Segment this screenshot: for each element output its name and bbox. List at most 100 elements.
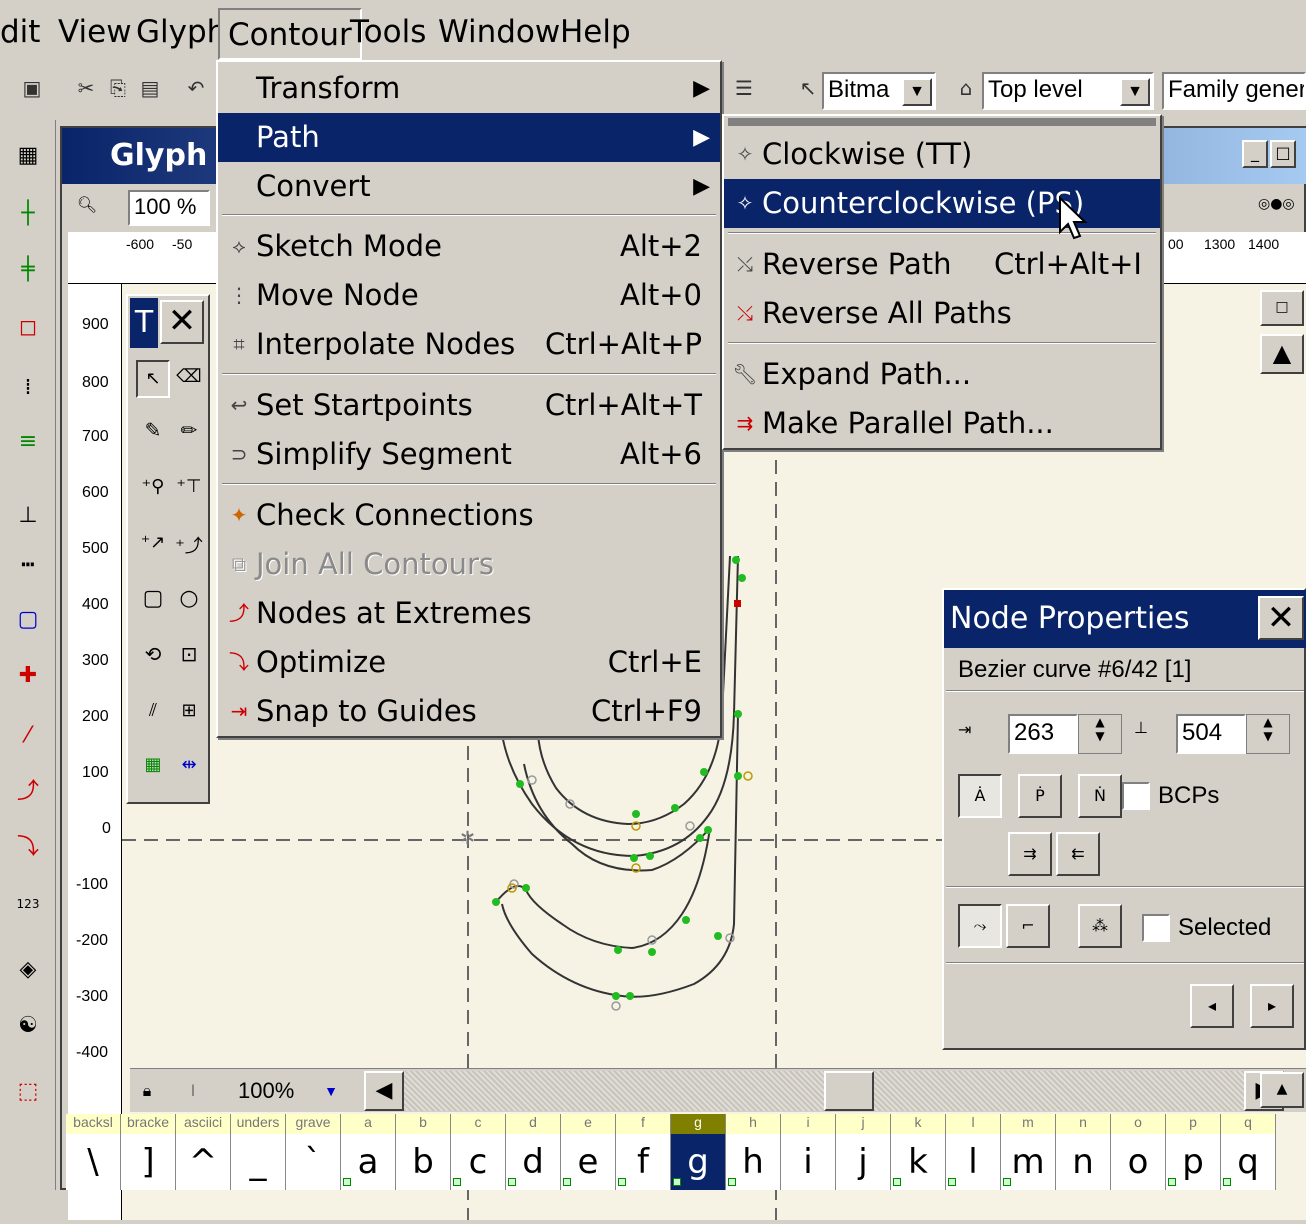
curve-type-button[interactable]: ⤳ bbox=[958, 904, 1002, 948]
minimize-button[interactable]: _ bbox=[1242, 140, 1268, 168]
lock-icon[interactable]: 🔒︎ bbox=[130, 1075, 164, 1107]
horizontal-scrollbar[interactable]: 🔒︎ I 100% ▼ ◀ ▶ bbox=[130, 1068, 1306, 1112]
cut-icon[interactable]: ✂ bbox=[72, 74, 100, 102]
distribute-right-button[interactable]: ⇉ bbox=[1008, 832, 1052, 876]
glyph-cell[interactable]: j bbox=[836, 1134, 891, 1190]
scale-icon[interactable]: ⊡ bbox=[174, 642, 204, 666]
menu-window[interactable]: Window bbox=[438, 14, 560, 50]
glyph-name[interactable]: i bbox=[781, 1114, 836, 1134]
menu-item-reverse-path[interactable]: ⤯ Reverse Path Ctrl+Alt+I bbox=[724, 240, 1160, 289]
panel-toggle-button[interactable]: □ bbox=[1260, 290, 1304, 326]
frame-icon[interactable]: ▢ bbox=[12, 604, 44, 636]
add-node-icon[interactable]: ⁺⚲ bbox=[136, 476, 170, 497]
menu-contour[interactable]: Contour bbox=[218, 8, 362, 60]
glyph-name[interactable]: grave bbox=[286, 1114, 341, 1134]
folder-icon[interactable]: ⌂ bbox=[952, 74, 980, 102]
eraser-icon[interactable]: ⌫ bbox=[174, 360, 204, 398]
node-type-n-button[interactable]: Ṅ bbox=[1078, 774, 1122, 818]
corner-icon[interactable]: ⤵ bbox=[12, 832, 44, 864]
glyph-name[interactable]: k bbox=[891, 1114, 946, 1134]
menu-edit[interactable]: dit bbox=[0, 14, 40, 50]
glyph-name[interactable]: bracke bbox=[121, 1114, 176, 1134]
menu-tools[interactable]: Tools bbox=[350, 14, 426, 50]
glyph-cell[interactable]: n bbox=[1056, 1134, 1111, 1190]
bbox-icon[interactable]: ◻ bbox=[12, 312, 44, 344]
glyph-cell[interactable]: h bbox=[726, 1134, 781, 1190]
chevron-down-icon[interactable]: ▼ bbox=[324, 1073, 338, 1109]
glyph-cell[interactable]: k bbox=[891, 1134, 946, 1190]
scroll-left-button[interactable]: ◀ bbox=[364, 1071, 404, 1111]
grid-icon[interactable]: ▦ bbox=[12, 140, 44, 172]
x-field[interactable]: 263 bbox=[1008, 714, 1078, 754]
x-stepper[interactable]: ▲ ▼ bbox=[1078, 714, 1122, 754]
previous-node-button[interactable]: ◂ bbox=[1190, 984, 1234, 1028]
pointer-tool-icon[interactable]: ↖ bbox=[136, 360, 170, 398]
copy-icon[interactable]: ⎘ bbox=[104, 74, 132, 102]
maximize-button[interactable]: □ bbox=[1270, 140, 1296, 168]
zoom-field[interactable]: 100 % bbox=[128, 190, 210, 226]
glyph-name[interactable]: c bbox=[451, 1114, 506, 1134]
glyph-cell[interactable]: ^ bbox=[176, 1134, 231, 1190]
dim-icon[interactable]: ⊥ bbox=[12, 500, 44, 532]
menu-glyph[interactable]: Glyph bbox=[136, 14, 226, 50]
distribute-left-button[interactable]: ⇇ bbox=[1056, 832, 1100, 876]
glyph-cell[interactable]: o bbox=[1111, 1134, 1166, 1190]
chevron-down-icon[interactable]: ▼ bbox=[1120, 78, 1150, 106]
glyph-cell[interactable]: c bbox=[451, 1134, 506, 1190]
menu-item-snap-to-guides[interactable]: ⇥ Snap to Guides Ctrl+F9 bbox=[218, 687, 720, 736]
menu-item-sketch-mode[interactable]: ⟡ Sketch Mode Alt+2 bbox=[218, 222, 720, 271]
menu-item-nodes-at-extremes[interactable]: ⤴ Nodes at Extremes bbox=[218, 589, 720, 638]
glyph-cell[interactable]: b bbox=[396, 1134, 451, 1190]
glyph-name[interactable]: o bbox=[1111, 1114, 1166, 1134]
undo-icon[interactable]: ↶ bbox=[182, 74, 210, 102]
node-properties-title[interactable]: Node Properties ✕ bbox=[944, 590, 1306, 648]
glyph-name[interactable]: n bbox=[1056, 1114, 1111, 1134]
lines-icon[interactable]: ≡ bbox=[12, 426, 44, 458]
glyph-name[interactable]: p bbox=[1166, 1114, 1221, 1134]
menu-item-clockwise[interactable]: ✧ Clockwise (TT) bbox=[724, 130, 1160, 179]
menu-item-transform[interactable]: Transform ▶ bbox=[218, 64, 720, 113]
glyph-cell[interactable]: e bbox=[561, 1134, 616, 1190]
select-icon[interactable]: ⬚ bbox=[12, 1076, 44, 1108]
glyph-cell-selected[interactable]: g bbox=[671, 1134, 726, 1190]
level-combo[interactable]: Top level ▼ bbox=[982, 72, 1154, 110]
close-icon[interactable]: ✕ bbox=[160, 300, 204, 344]
glyph-name[interactable]: l bbox=[946, 1114, 1001, 1134]
add-corner-icon[interactable]: ⁺⤴ bbox=[174, 532, 204, 558]
menu-item-interpolate-nodes[interactable]: ⌗ Interpolate Nodes Ctrl+Alt+P bbox=[218, 320, 720, 369]
glyph-name[interactable]: m bbox=[1001, 1114, 1056, 1134]
next-node-button[interactable]: ▸ bbox=[1250, 984, 1294, 1028]
fill-icon[interactable]: ◈ bbox=[12, 954, 44, 986]
bottom-zoom-combo[interactable]: 100% ▼ bbox=[238, 1073, 338, 1109]
menu-item-counterclockwise[interactable]: ✧ Counterclockwise (PS) bbox=[724, 179, 1160, 228]
corner-type-button[interactable]: ⌐ bbox=[1006, 904, 1050, 948]
glyph-name[interactable]: d bbox=[506, 1114, 561, 1134]
menu-item-path[interactable]: Path ▶ bbox=[218, 113, 720, 162]
chevron-down-icon[interactable]: ▼ bbox=[902, 78, 932, 106]
guide-icon[interactable]: ┼ bbox=[12, 198, 44, 230]
glyph-name[interactable]: a bbox=[341, 1114, 396, 1134]
y-field[interactable]: 504 bbox=[1176, 714, 1246, 754]
menu-item-move-node[interactable]: ⋮ Move Node Alt+0 bbox=[218, 271, 720, 320]
curve-icon[interactable]: ⤴ bbox=[12, 776, 44, 808]
kern-icon[interactable]: ⁞ bbox=[12, 372, 44, 404]
glyph-name[interactable]: backsl bbox=[66, 1114, 121, 1134]
menu-item-expand-path[interactable]: 🔧︎ Expand Path... bbox=[724, 350, 1160, 399]
glyph-cell[interactable]: a bbox=[341, 1134, 396, 1190]
glyph-name[interactable]: h bbox=[726, 1114, 781, 1134]
glyph-cell[interactable]: l bbox=[946, 1134, 1001, 1190]
transform-icon[interactable]: ⊞ bbox=[174, 700, 204, 721]
menu-view[interactable]: View bbox=[58, 14, 132, 50]
glyph-cell[interactable]: _ bbox=[231, 1134, 286, 1190]
glyph-name[interactable]: asciici bbox=[176, 1114, 231, 1134]
bcps-checkbox[interactable] bbox=[1122, 782, 1150, 810]
node-type-a-button[interactable]: Ȧ bbox=[958, 774, 1002, 818]
glyph-name[interactable]: j bbox=[836, 1114, 891, 1134]
glyph-name[interactable]: q bbox=[1221, 1114, 1276, 1134]
scroll-up-small-button[interactable]: ▲ bbox=[1260, 1072, 1304, 1108]
scroll-thumb[interactable] bbox=[824, 1071, 874, 1111]
tangent-icon[interactable]: ⁄ bbox=[12, 720, 44, 752]
menu-help[interactable]: Help bbox=[560, 14, 631, 50]
glyph-cell[interactable]: m bbox=[1001, 1134, 1056, 1190]
glyph-cell[interactable]: i bbox=[781, 1134, 836, 1190]
